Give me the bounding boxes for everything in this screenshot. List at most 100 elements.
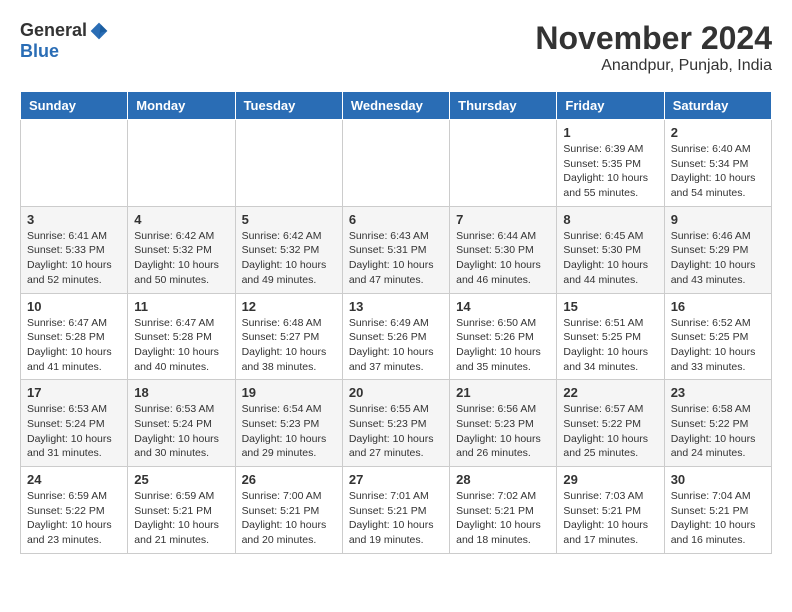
logo-blue-text: Blue	[20, 41, 59, 62]
day-content: Sunrise: 6:54 AM Sunset: 5:23 PM Dayligh…	[242, 402, 336, 461]
calendar-cell: 6 Sunrise: 6:43 AM Sunset: 5:31 PM Daylig…	[342, 206, 449, 293]
day-number: 13	[349, 299, 443, 314]
calendar-cell: 1 Sunrise: 6:39 AM Sunset: 5:35 PM Daylig…	[557, 120, 664, 207]
logo-icon	[89, 21, 109, 41]
calendar-cell: 4 Sunrise: 6:42 AM Sunset: 5:32 PM Daylig…	[128, 206, 235, 293]
day-number: 17	[27, 385, 121, 400]
day-content: Sunrise: 7:01 AM Sunset: 5:21 PM Dayligh…	[349, 489, 443, 548]
day-content: Sunrise: 6:52 AM Sunset: 5:25 PM Dayligh…	[671, 316, 765, 375]
calendar-cell: 10 Sunrise: 6:47 AM Sunset: 5:28 PM Dayli…	[21, 293, 128, 380]
weekday-header-wednesday: Wednesday	[342, 92, 449, 120]
calendar-cell	[235, 120, 342, 207]
week-row-3: 10 Sunrise: 6:47 AM Sunset: 5:28 PM Dayli…	[21, 293, 772, 380]
weekday-header-friday: Friday	[557, 92, 664, 120]
day-content: Sunrise: 7:04 AM Sunset: 5:21 PM Dayligh…	[671, 489, 765, 548]
calendar-cell: 15Sunrise: 6:51 AM Sunset: 5:25 PM Dayli…	[557, 293, 664, 380]
day-content: Sunrise: 6:46 AM Sunset: 5:29 PM Dayligh…	[671, 229, 765, 288]
calendar-cell: 29Sunrise: 7:03 AM Sunset: 5:21 PM Dayli…	[557, 467, 664, 554]
day-content: Sunrise: 6:59 AM Sunset: 5:22 PM Dayligh…	[27, 489, 121, 548]
day-content: Sunrise: 6:44 AM Sunset: 5:30 PM Dayligh…	[456, 229, 550, 288]
calendar-cell: 17 Sunrise: 6:53 AM Sunset: 5:24 PM Dayli…	[21, 380, 128, 467]
calendar-cell: 28 Sunrise: 7:02 AM Sunset: 5:21 PM Dayli…	[450, 467, 557, 554]
day-content: Sunrise: 6:56 AM Sunset: 5:23 PM Dayligh…	[456, 402, 550, 461]
day-content: Sunrise: 6:47 AM Sunset: 5:28 PM Dayligh…	[134, 316, 228, 375]
day-content: Sunrise: 6:42 AM Sunset: 5:32 PM Dayligh…	[134, 229, 228, 288]
day-number: 10	[27, 299, 121, 314]
page-header: General Blue November 2024 Anandpur, Pun…	[20, 20, 772, 75]
calendar-cell: 21 Sunrise: 6:56 AM Sunset: 5:23 PM Dayli…	[450, 380, 557, 467]
calendar-cell: 27Sunrise: 7:01 AM Sunset: 5:21 PM Dayli…	[342, 467, 449, 554]
day-content: Sunrise: 6:40 AM Sunset: 5:34 PM Dayligh…	[671, 142, 765, 201]
day-number: 24	[27, 472, 121, 487]
day-number: 3	[27, 212, 121, 227]
calendar-cell: 11 Sunrise: 6:47 AM Sunset: 5:28 PM Dayli…	[128, 293, 235, 380]
day-content: Sunrise: 6:53 AM Sunset: 5:24 PM Dayligh…	[134, 402, 228, 461]
calendar-cell: 8 Sunrise: 6:45 AM Sunset: 5:30 PM Daylig…	[557, 206, 664, 293]
day-number: 19	[242, 385, 336, 400]
week-row-2: 3Sunrise: 6:41 AM Sunset: 5:33 PM Daylig…	[21, 206, 772, 293]
calendar-cell: 25 Sunrise: 6:59 AM Sunset: 5:21 PM Dayli…	[128, 467, 235, 554]
day-number: 1	[563, 125, 657, 140]
day-number: 15	[563, 299, 657, 314]
calendar-cell: 16 Sunrise: 6:52 AM Sunset: 5:25 PM Dayli…	[664, 293, 771, 380]
calendar-cell	[21, 120, 128, 207]
day-number: 4	[134, 212, 228, 227]
day-number: 8	[563, 212, 657, 227]
month-title: November 2024	[535, 20, 772, 57]
calendar-cell: 13 Sunrise: 6:49 AM Sunset: 5:26 PM Dayli…	[342, 293, 449, 380]
day-number: 11	[134, 299, 228, 314]
calendar-cell	[450, 120, 557, 207]
day-content: Sunrise: 6:47 AM Sunset: 5:28 PM Dayligh…	[27, 316, 121, 375]
calendar-cell: 30 Sunrise: 7:04 AM Sunset: 5:21 PM Dayli…	[664, 467, 771, 554]
day-number: 6	[349, 212, 443, 227]
day-content: Sunrise: 7:02 AM Sunset: 5:21 PM Dayligh…	[456, 489, 550, 548]
day-number: 29	[563, 472, 657, 487]
day-number: 5	[242, 212, 336, 227]
week-row-5: 24 Sunrise: 6:59 AM Sunset: 5:22 PM Dayli…	[21, 467, 772, 554]
calendar-cell: 18Sunrise: 6:53 AM Sunset: 5:24 PM Dayli…	[128, 380, 235, 467]
day-content: Sunrise: 6:59 AM Sunset: 5:21 PM Dayligh…	[134, 489, 228, 548]
calendar-cell: 9 Sunrise: 6:46 AM Sunset: 5:29 PM Daylig…	[664, 206, 771, 293]
day-content: Sunrise: 6:45 AM Sunset: 5:30 PM Dayligh…	[563, 229, 657, 288]
day-content: Sunrise: 6:53 AM Sunset: 5:24 PM Dayligh…	[27, 402, 121, 461]
day-content: Sunrise: 6:43 AM Sunset: 5:31 PM Dayligh…	[349, 229, 443, 288]
title-section: November 2024 Anandpur, Punjab, India	[535, 20, 772, 75]
day-content: Sunrise: 6:50 AM Sunset: 5:26 PM Dayligh…	[456, 316, 550, 375]
calendar-table: SundayMondayTuesdayWednesdayThursdayFrid…	[20, 91, 772, 554]
day-number: 21	[456, 385, 550, 400]
calendar-cell	[342, 120, 449, 207]
logo: General Blue	[20, 20, 109, 62]
day-number: 23	[671, 385, 765, 400]
day-number: 9	[671, 212, 765, 227]
weekday-header-thursday: Thursday	[450, 92, 557, 120]
day-number: 16	[671, 299, 765, 314]
calendar-cell	[128, 120, 235, 207]
day-number: 12	[242, 299, 336, 314]
day-number: 30	[671, 472, 765, 487]
calendar-cell: 7Sunrise: 6:44 AM Sunset: 5:30 PM Daylig…	[450, 206, 557, 293]
calendar-cell: 22Sunrise: 6:57 AM Sunset: 5:22 PM Dayli…	[557, 380, 664, 467]
day-content: Sunrise: 6:55 AM Sunset: 5:23 PM Dayligh…	[349, 402, 443, 461]
day-number: 20	[349, 385, 443, 400]
weekday-header-monday: Monday	[128, 92, 235, 120]
weekday-header-tuesday: Tuesday	[235, 92, 342, 120]
logo-general-text: General	[20, 20, 87, 41]
day-number: 25	[134, 472, 228, 487]
day-content: Sunrise: 6:48 AM Sunset: 5:27 PM Dayligh…	[242, 316, 336, 375]
day-content: Sunrise: 6:49 AM Sunset: 5:26 PM Dayligh…	[349, 316, 443, 375]
calendar-cell: 12 Sunrise: 6:48 AM Sunset: 5:27 PM Dayli…	[235, 293, 342, 380]
calendar-cell: 2Sunrise: 6:40 AM Sunset: 5:34 PM Daylig…	[664, 120, 771, 207]
calendar-cell: 26Sunrise: 7:00 AM Sunset: 5:21 PM Dayli…	[235, 467, 342, 554]
day-number: 14	[456, 299, 550, 314]
weekday-header-sunday: Sunday	[21, 92, 128, 120]
calendar-cell: 3Sunrise: 6:41 AM Sunset: 5:33 PM Daylig…	[21, 206, 128, 293]
day-content: Sunrise: 7:00 AM Sunset: 5:21 PM Dayligh…	[242, 489, 336, 548]
day-content: Sunrise: 6:39 AM Sunset: 5:35 PM Dayligh…	[563, 142, 657, 201]
location: Anandpur, Punjab, India	[535, 57, 772, 75]
calendar-cell: 24 Sunrise: 6:59 AM Sunset: 5:22 PM Dayli…	[21, 467, 128, 554]
weekday-header-row: SundayMondayTuesdayWednesdayThursdayFrid…	[21, 92, 772, 120]
day-number: 28	[456, 472, 550, 487]
day-content: Sunrise: 6:58 AM Sunset: 5:22 PM Dayligh…	[671, 402, 765, 461]
calendar-cell: 19 Sunrise: 6:54 AM Sunset: 5:23 PM Dayli…	[235, 380, 342, 467]
day-content: Sunrise: 6:57 AM Sunset: 5:22 PM Dayligh…	[563, 402, 657, 461]
